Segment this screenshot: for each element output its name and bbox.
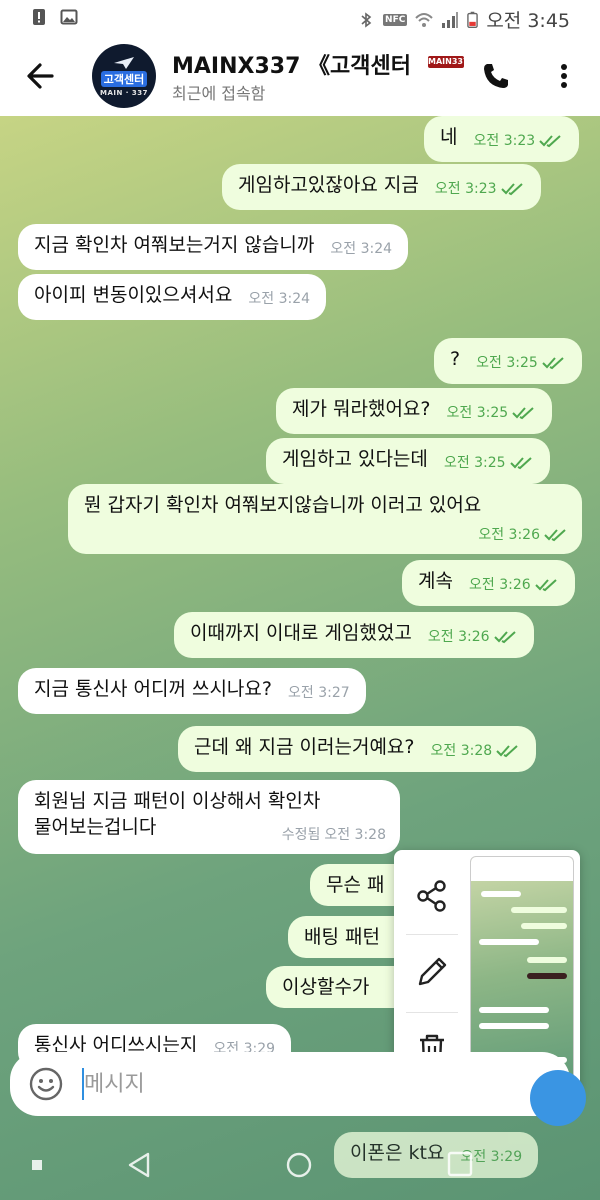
double-check-icon [496, 745, 518, 758]
double-check-icon [512, 407, 534, 420]
message-text-line1: 회원님 지금 패턴이 이상해서 확인차 [34, 790, 321, 812]
message-incoming[interactable]: 지금 확인차 여쭤보는거지 않습니까 오전 3:24 [18, 224, 409, 270]
message-composer [10, 1052, 570, 1116]
avatar[interactable]: 고객센터 MAIN · 337 [92, 44, 156, 108]
share-icon[interactable] [412, 876, 452, 916]
message-text: 지금 확인차 여쭤보는거지 않습니까 [34, 234, 315, 256]
chat-title[interactable]: MAINX337 《고객센터 [172, 48, 472, 78]
battery-icon [467, 11, 479, 28]
message-time: 오전 3:24 [248, 291, 311, 307]
message-text: 네 [440, 126, 458, 148]
message-meta: 오전 3:24 [330, 236, 392, 262]
message-time: 오전 3:26 [427, 629, 490, 645]
message-meta: 수정됨 오전 3:28 [282, 822, 386, 848]
menu-divider [406, 1012, 458, 1013]
nav-recents-icon[interactable] [446, 1150, 474, 1178]
message-outgoing[interactable]: 게임하고있잖아요 지금 오전 3:23 [222, 164, 541, 210]
message-text: 이때까지 이대로 게임했었고 [190, 622, 412, 644]
message-text: 뭔 갑자기 확인차 여쭤보지않습니까 이러고 있어요 [84, 494, 482, 516]
message-incoming[interactable]: 아이피 변동이있으셔서요 오전 3:24 [18, 274, 327, 320]
message-time: 오전 3:23 [473, 133, 536, 149]
emoji-icon[interactable] [28, 1066, 64, 1102]
nav-dot [32, 1160, 42, 1170]
message-outgoing[interactable]: 게임하고 있다는데 오전 3:25 [266, 438, 550, 484]
double-check-icon [539, 135, 561, 148]
message-outgoing[interactable]: 뭔 갑자기 확인차 여쭤보지않습니까 이러고 있어요 오전 3:26 [68, 484, 582, 554]
message-text: 계속 [418, 570, 453, 592]
message-text: 게임하고있잖아요 지금 [238, 174, 419, 196]
message-input[interactable] [84, 1066, 384, 1102]
image-icon [60, 9, 78, 25]
avatar-subtitle: MAIN · 337 [100, 88, 148, 97]
message-time: 오전 3:25 [476, 355, 538, 371]
message-incoming[interactable]: 회원님 지금 패턴이 이상해서 확인차 물어보는겁니다 수정됨 오전 3:28 [18, 780, 400, 854]
message-outgoing[interactable]: 계속 오전 3:26 [402, 560, 575, 606]
message-meta: 오전 3:28 [431, 738, 521, 764]
message-text: ? [450, 348, 461, 370]
status-bar: NFC 오전 3:45 [0, 0, 600, 36]
message-time: 오전 3:25 [443, 455, 506, 471]
message-time: 오전 3:28 [430, 743, 493, 759]
message-text: 근데 왜 지금 이러는거예요? [194, 736, 415, 758]
message-meta: 오전 3:27 [288, 680, 350, 706]
message-time: 오전 3:26 [469, 577, 531, 593]
message-text: 게임하고 있다는데 [282, 448, 428, 470]
message-text: 제가 뭐라했어요? [292, 398, 431, 420]
double-check-icon [544, 529, 566, 542]
message-time: 오전 3:28 [324, 827, 386, 843]
message-outgoing[interactable]: 네 오전 3:23 [424, 116, 580, 162]
message-meta: 오전 3:26 [469, 572, 559, 598]
double-check-icon [500, 183, 523, 196]
title-badge: MAIN337 [428, 56, 469, 68]
message-meta: 오전 3:25 [444, 450, 534, 476]
edited-label: 수정됨 [281, 827, 321, 843]
message-meta: 오전 3:25 [476, 350, 566, 376]
message-time: 오전 3:23 [434, 181, 497, 197]
alert-icon [33, 9, 45, 25]
message-text: 지금 통신사 어디꺼 쓰시나요? [34, 678, 272, 700]
paper-plane-icon [114, 56, 134, 69]
double-check-icon [509, 457, 532, 470]
nfc-icon: NFC [383, 13, 408, 26]
message-meta: 오전 3:23 [435, 176, 525, 202]
menu-divider [406, 934, 458, 935]
message-meta: 오전 3:26 [478, 522, 568, 548]
message-text: 이상할수가 [282, 976, 370, 998]
double-check-icon [493, 631, 516, 644]
signal-icon [442, 11, 459, 28]
status-time: 오전 3:45 [486, 10, 570, 32]
message-outgoing[interactable]: 이때까지 이대로 게임했었고 오전 3:26 [174, 612, 534, 658]
message-meta: 오전 3:23 [474, 128, 564, 154]
nav-home-icon[interactable] [284, 1150, 314, 1180]
message-time: 오전 3:24 [330, 241, 393, 257]
double-check-icon [534, 579, 557, 592]
message-text: 배팅 패턴 [304, 926, 380, 948]
phone-icon[interactable] [480, 60, 512, 92]
more-vertical-icon[interactable] [552, 60, 576, 92]
message-outgoing[interactable]: 근데 왜 지금 이러는거예요? 오전 3:28 [178, 726, 537, 772]
back-arrow-icon[interactable] [22, 56, 58, 96]
message-meta: 오전 3:24 [248, 286, 310, 312]
nav-back-icon[interactable] [124, 1150, 154, 1180]
message-text: 아이피 변동이있으셔서요 [34, 284, 233, 306]
system-nav-bar [0, 1130, 600, 1200]
chat-header: 고객센터 MAIN · 337 MAINX337 《고객센터 MAIN337 최… [0, 36, 600, 116]
message-text: 무슨 패 [326, 874, 385, 896]
wifi-icon [415, 12, 434, 27]
edit-icon[interactable] [412, 952, 452, 992]
bluetooth-icon [361, 11, 372, 28]
message-meta: 오전 3:26 [428, 624, 518, 650]
message-meta: 오전 3:25 [447, 400, 537, 426]
message-time: 오전 3:25 [446, 405, 509, 421]
chat-status: 최근에 접속함 [172, 84, 266, 103]
message-time: 오전 3:26 [478, 527, 540, 543]
message-incoming[interactable]: 지금 통신사 어디꺼 쓰시나요? 오전 3:27 [18, 668, 366, 714]
double-check-icon [542, 357, 564, 370]
avatar-title: 고객센터 [100, 70, 148, 87]
send-button[interactable] [530, 1070, 586, 1126]
message-outgoing[interactable]: ? 오전 3:25 [434, 338, 582, 384]
message-outgoing[interactable]: 제가 뭐라했어요? 오전 3:25 [276, 388, 553, 434]
message-time: 오전 3:27 [288, 685, 350, 701]
